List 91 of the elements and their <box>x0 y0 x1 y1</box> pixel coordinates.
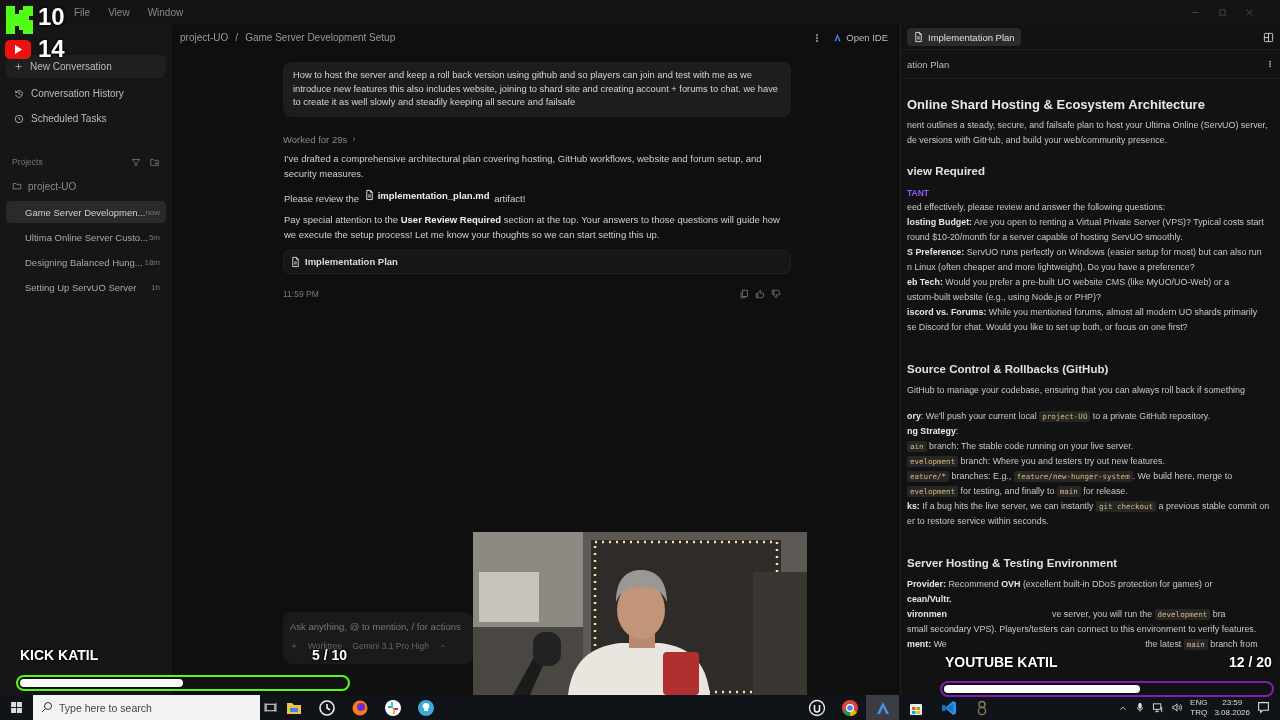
section-heading: Source Control & Rollbacks (GitHub) <box>907 362 1110 377</box>
sidebar-item[interactable]: Scheduled Tasks <box>6 107 166 130</box>
goal-label: KICK KATIL <box>20 647 99 663</box>
plus-icon <box>290 642 298 650</box>
reply-text: Pay special attention to the User Review Required section at the top. Your answers to those questions will guide how we execute the setup process! Let me know your thoughts so we can start setting this up. <box>283 212 781 243</box>
more-icon <box>1266 58 1274 70</box>
user-message: How to host the server and keep a roll back version using github and so players can join and test with me as we introduce new features this also includes website, joining to shard site and creating account + forums to chat. we have to create it as well slowly and steadily keeping all secure and failsafe <box>283 62 791 117</box>
clock-time[interactable]: 23:59 <box>1222 697 1243 708</box>
doc-text: GitHub to manage your codebase, ensuring that you can always roll back if something <box>907 384 1246 397</box>
panel-tab[interactable]: Implementation Plan <box>907 28 1021 46</box>
breadcrumb-title: Game Server Development Setup <box>245 32 396 43</box>
project-folder[interactable]: project-UO <box>6 174 166 198</box>
artifact-card[interactable]: Implementation Plan <box>283 249 791 274</box>
maximize-icon <box>1218 8 1227 17</box>
clock-icon <box>14 113 24 124</box>
search-icon <box>41 701 53 713</box>
breadcrumb-link[interactable]: project-UO <box>180 32 229 43</box>
new-folder-icon <box>149 157 160 167</box>
copy-icon <box>739 288 749 299</box>
folder-icon <box>12 181 22 191</box>
editor-icon <box>939 698 958 717</box>
doc-text: ng Strategy: <box>907 425 960 438</box>
doc-text: er to restore service within seconds. <box>907 515 1050 528</box>
thumbs-up-icon <box>755 288 765 299</box>
doc-heading: Online Shard Hosting & Ecosystem Architecture <box>907 96 1206 114</box>
thumbs-down-icon <box>771 288 781 299</box>
menu-item[interactable]: Window <box>147 7 184 18</box>
doc-text: eed effectively, please review and answer the following questions: <box>907 201 1167 214</box>
doc-text: losting Budget: Are you open to renting a Virtual Private Server (VPS)? Typical costs start <box>907 216 1265 229</box>
doc-text: cean/Vultr. <box>907 593 953 606</box>
goal-count: 12 / 20 <box>1229 654 1272 670</box>
menu-item[interactable]: File <box>74 7 91 18</box>
menu-item[interactable]: View <box>108 7 130 18</box>
network-icon <box>1152 702 1165 713</box>
message-time: 11:59 PM <box>283 288 319 299</box>
history-icon <box>14 88 24 99</box>
bulb-icon <box>416 698 435 717</box>
breadcrumb-separator: / <box>235 32 239 43</box>
worked-label[interactable]: Worked for 29s <box>283 133 348 145</box>
clock-date[interactable]: 3.08.2026 <box>1214 707 1250 718</box>
doc-text: round $10-20/month for a server capable of hosting ServUO smoothly. <box>907 231 1184 244</box>
file-icon <box>913 31 924 43</box>
doc-text: S Preference: ServUO runs perfectly on Windows (easier setup for most) but can also run <box>907 246 1263 259</box>
reply-text: I've drafted a comprehensive architectural plan covering hosting, GitHub workflows, website and forum setup, and security measures. <box>283 151 763 181</box>
panel-title: ation Plan <box>907 58 950 70</box>
play-logo-icon <box>5 40 31 59</box>
doc-text: ustom-built website (e.g., using Node.js or PHP)? <box>907 291 1102 304</box>
doc-text: se Discord for chat. Would you like to set up both, or focus on one first? <box>907 321 1189 334</box>
follower-count: 10 <box>38 4 65 30</box>
filter-icon <box>131 157 141 167</box>
pinwheel-icon <box>383 698 402 717</box>
section-label: Projects <box>12 157 43 167</box>
task-view-icon <box>264 701 277 714</box>
doc-text: n Linux (often cheaper and more lightweight). Do you have a preference? <box>907 261 1196 274</box>
volume-icon <box>1171 702 1184 713</box>
conversation-item[interactable]: Ultima Online Server Custo...5m <box>6 226 166 248</box>
doc-text: nent outlines a steady, secure, and failsafe plan to host your Ultima Online (ServUO) server, <box>907 119 1269 132</box>
close-icon <box>1245 8 1254 17</box>
layout-indicator[interactable]: TRQ <box>1190 707 1208 718</box>
conversation-item[interactable]: Game Server Developmen...now <box>6 201 166 223</box>
microphone-icon <box>1135 702 1146 713</box>
arch-icon <box>833 33 843 42</box>
conversation-item[interactable]: Designing Balanced Hung... 18m <box>6 251 166 273</box>
u-logo-icon <box>807 698 826 717</box>
taskbar-search[interactable]: Type here to search <box>33 695 260 720</box>
windows-icon <box>10 701 23 714</box>
sidebar-item[interactable]: Conversation History <box>6 82 166 105</box>
file-icon <box>363 189 375 202</box>
layout-icon <box>1263 31 1274 43</box>
clock-icon <box>317 698 336 717</box>
doc-text: Provider: Recommend OVH (excellent built-in DDoS protection for games) or <box>907 578 1214 591</box>
doc-text: small secondary VPS). Players/testers can connect to this environment to verify features. <box>907 623 1258 636</box>
chrome-icon <box>840 698 859 717</box>
browser-icon <box>350 698 369 717</box>
plus-icon <box>14 62 23 71</box>
file-link[interactable]: implementation_plan.md <box>363 187 490 203</box>
file-icon <box>290 255 301 268</box>
reply-text: Please review the implementation_plan.md artifact! <box>283 187 527 206</box>
alert-label: TANT <box>907 187 931 200</box>
section-heading: view Required <box>907 164 986 179</box>
section-heading: Server Hosting & Testing Environment <box>907 556 1118 571</box>
doc-text: de versions with GitHub, and build your web/community presence. <box>907 134 1168 147</box>
k-logo-icon <box>6 6 34 34</box>
open-ide-button[interactable]: Open IDE <box>829 30 892 45</box>
doc-text: iscord vs. Forums: While you mentioned forums, almost all modern UO shards primarily <box>907 306 1259 319</box>
goal-label: YOUTUBE KATIL <box>945 654 1058 670</box>
language-indicator[interactable]: ENG <box>1190 697 1208 708</box>
conversation-item[interactable]: Setting Up ServUO Server 1h <box>6 276 166 298</box>
doc-text: eb Tech: Would you prefer a pre-built UO website CMS (like MyUO/UO-Web) or a <box>907 276 1231 289</box>
notification-icon <box>1257 701 1270 714</box>
caret-icon <box>438 642 447 650</box>
